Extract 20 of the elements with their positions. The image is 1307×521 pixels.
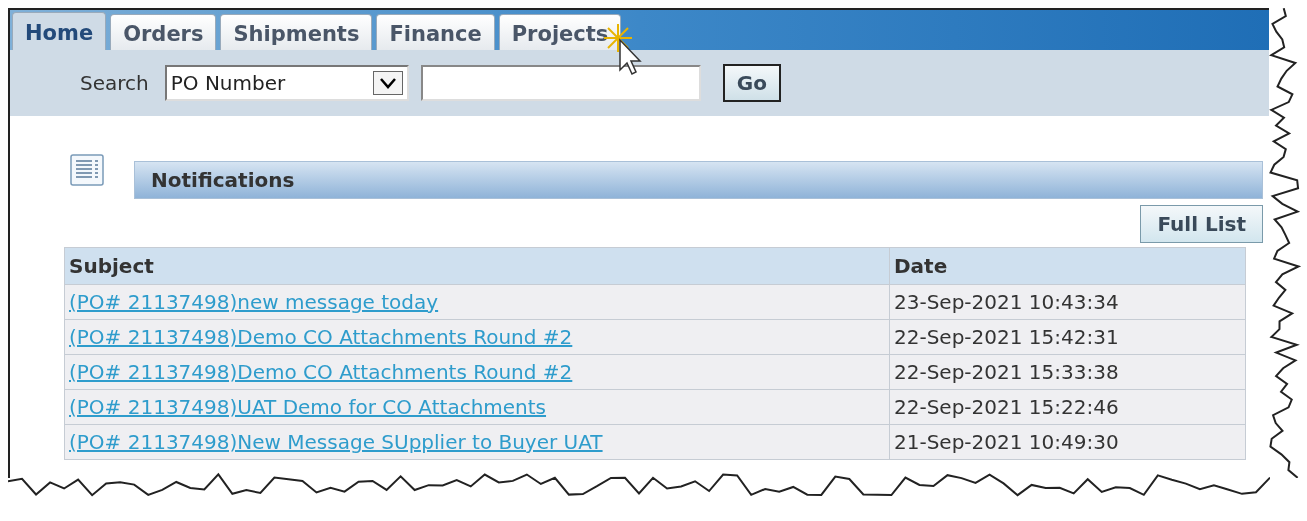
search-label: Search [80, 71, 149, 95]
tab[interactable]: Projects [498, 14, 622, 50]
column-header: Date [889, 247, 1246, 285]
table-cell: 23-Sep-2021 10:43:34 [889, 284, 1246, 320]
full-list-button[interactable]: Full List [1140, 205, 1264, 243]
table-cell: 22-Sep-2021 15:42:31 [889, 319, 1246, 355]
tab[interactable]: Home [12, 12, 107, 50]
search-field[interactable] [420, 65, 701, 101]
tab[interactable]: Finance [376, 14, 495, 50]
tab[interactable]: Orders [110, 14, 217, 50]
table-cell: 21-Sep-2021 10:49:30 [889, 424, 1246, 460]
document-list-icon [70, 154, 104, 186]
table-cell: 22-Sep-2021 15:22:46 [889, 389, 1246, 425]
table-cell: 22-Sep-2021 15:33:38 [889, 354, 1246, 390]
search-type-dropdown[interactable]: PO Number [164, 65, 409, 101]
caret-icon [372, 71, 403, 95]
section-title: Notifications [151, 168, 295, 192]
go-button[interactable]: Go [722, 64, 781, 102]
tab[interactable]: Shipments [220, 14, 373, 50]
column-header: Subject [64, 247, 890, 285]
